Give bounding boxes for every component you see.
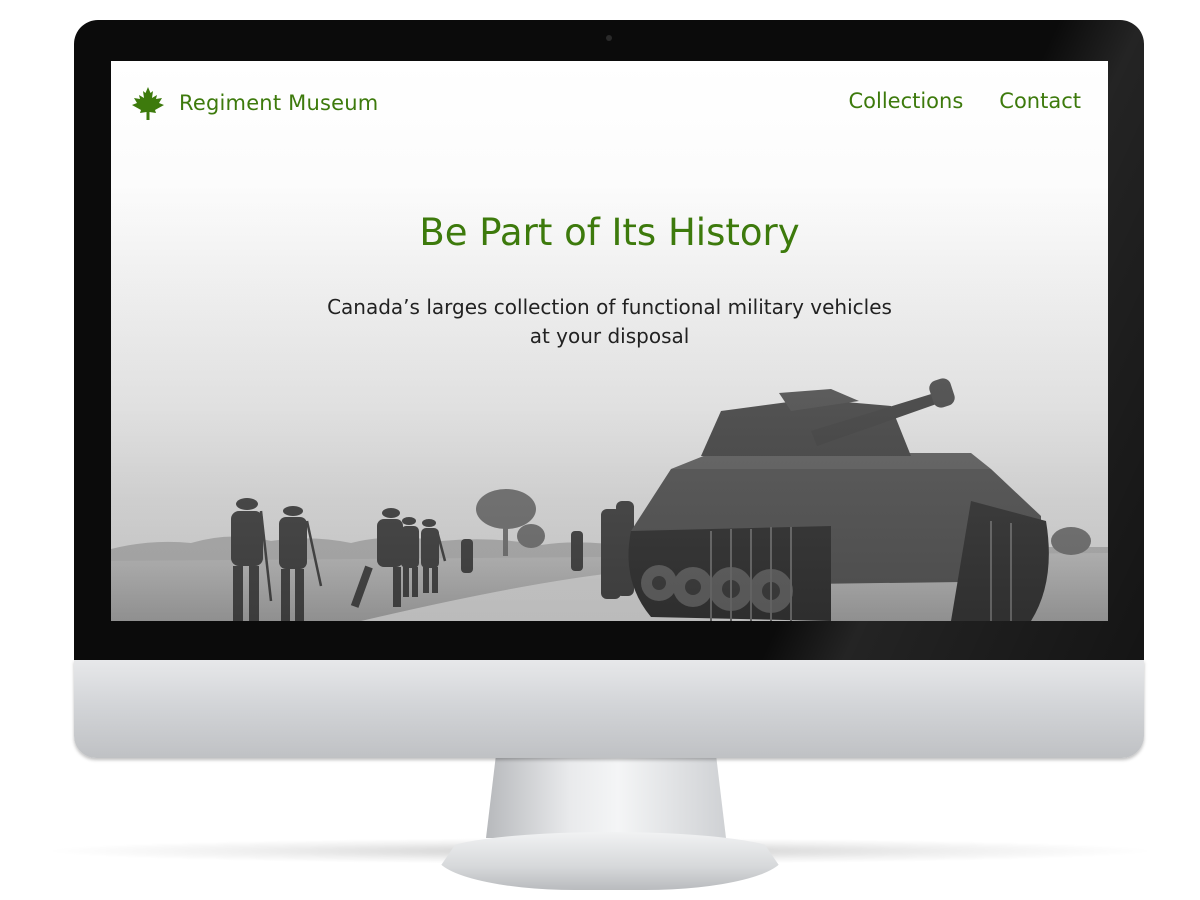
main-nav: Collections Contact	[848, 89, 1081, 113]
site-name: Regiment Museum	[179, 91, 379, 115]
camera-dot	[606, 35, 612, 41]
site-header: Regiment Museum Collections Contact	[111, 61, 1108, 147]
monitor-stand-base	[436, 832, 784, 890]
hero-subtitle-line-2: at your disposal	[529, 324, 690, 348]
website-screen: Regiment Museum Collections Contact Be P…	[111, 61, 1108, 621]
monitor-chin	[74, 660, 1144, 758]
hero-subtitle-line-1: Canada’s larges collection of functional…	[327, 295, 892, 319]
site-logo-link[interactable]: Regiment Museum	[131, 85, 378, 121]
monitor-mockup: Regiment Museum Collections Contact Be P…	[0, 0, 1200, 900]
hero-subtitle: Canada’s larges collection of functional…	[111, 293, 1108, 351]
monitor-stand-neck	[486, 758, 726, 838]
hero-title: Be Part of Its History	[419, 211, 800, 254]
nav-link-contact[interactable]: Contact	[999, 89, 1081, 113]
maple-leaf-icon	[132, 87, 164, 120]
nav-link-collections[interactable]: Collections	[848, 89, 963, 113]
